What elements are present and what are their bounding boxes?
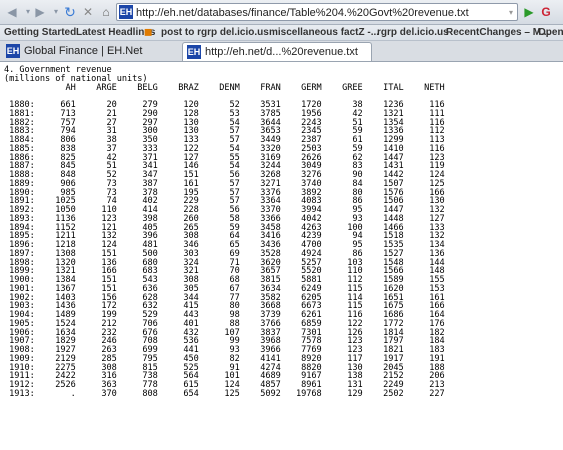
back-arrow-icon[interactable]: ◀ (4, 4, 20, 20)
home-icon[interactable]: ⌂ (98, 4, 114, 20)
bookmark-item[interactable]: RecentChanges – M... (446, 26, 549, 39)
rss-feed-icon: ◼ (144, 27, 153, 38)
navigation-toolbar: ◀ ▾ ▶ ▾ ↻ ✕ ⌂ EH http://eh.net/databases… (0, 0, 563, 25)
address-bar[interactable]: EH http://eh.net/databases/finance/Table… (116, 3, 518, 21)
page-content: 4. Government revenue (millions of natio… (0, 62, 563, 450)
forward-arrow-icon[interactable]: ▶ (32, 4, 48, 20)
tab-label: http://eh.net/d...%20revenue.txt (205, 46, 358, 58)
eh-favicon-icon: EH (187, 45, 201, 59)
tab-bar: EH Global Finance | EH.Net EH http://eh.… (0, 41, 563, 62)
plain-text-document: 4. Government revenue (millions of natio… (4, 66, 445, 399)
bookmark-item[interactable]: rgrp del.icio.us (377, 26, 449, 39)
eh-favicon-icon: EH (6, 44, 20, 58)
eh-favicon-icon: EH (119, 5, 133, 19)
google-search-icon[interactable]: G (538, 4, 554, 20)
column-header-row: AH ARGE BELG BRAZ DENM FRAN GERM GREE IT… (4, 82, 445, 93)
tab-label: Global Finance | EH.Net (24, 45, 143, 57)
tab-global-finance[interactable]: EH Global Finance | EH.Net (2, 42, 182, 61)
bookmark-item[interactable]: Getting Started (4, 26, 76, 39)
reload-icon[interactable]: ↻ (62, 4, 78, 20)
address-url: http://eh.net/databases/finance/Table%20… (136, 7, 469, 19)
go-arrow-icon[interactable]: ▶ (521, 4, 537, 20)
data-row: 1913: . 370 808 654 125 5092 19768 129 2… (4, 388, 445, 399)
bookmark-item[interactable]: Open (538, 26, 563, 39)
bookmarks-toolbar: Getting Started Latest Headlines ◼ post … (0, 25, 563, 41)
bookmark-item[interactable]: post to rgrp del.icio.us (161, 26, 269, 39)
stop-icon[interactable]: ✕ (80, 4, 96, 20)
url-star-dropdown-icon[interactable]: ▾ (503, 5, 519, 21)
bookmark-item[interactable]: miscellaneous factZ -... (269, 26, 379, 39)
tab-revenue-txt[interactable]: EH http://eh.net/d...%20revenue.txt (182, 42, 372, 61)
